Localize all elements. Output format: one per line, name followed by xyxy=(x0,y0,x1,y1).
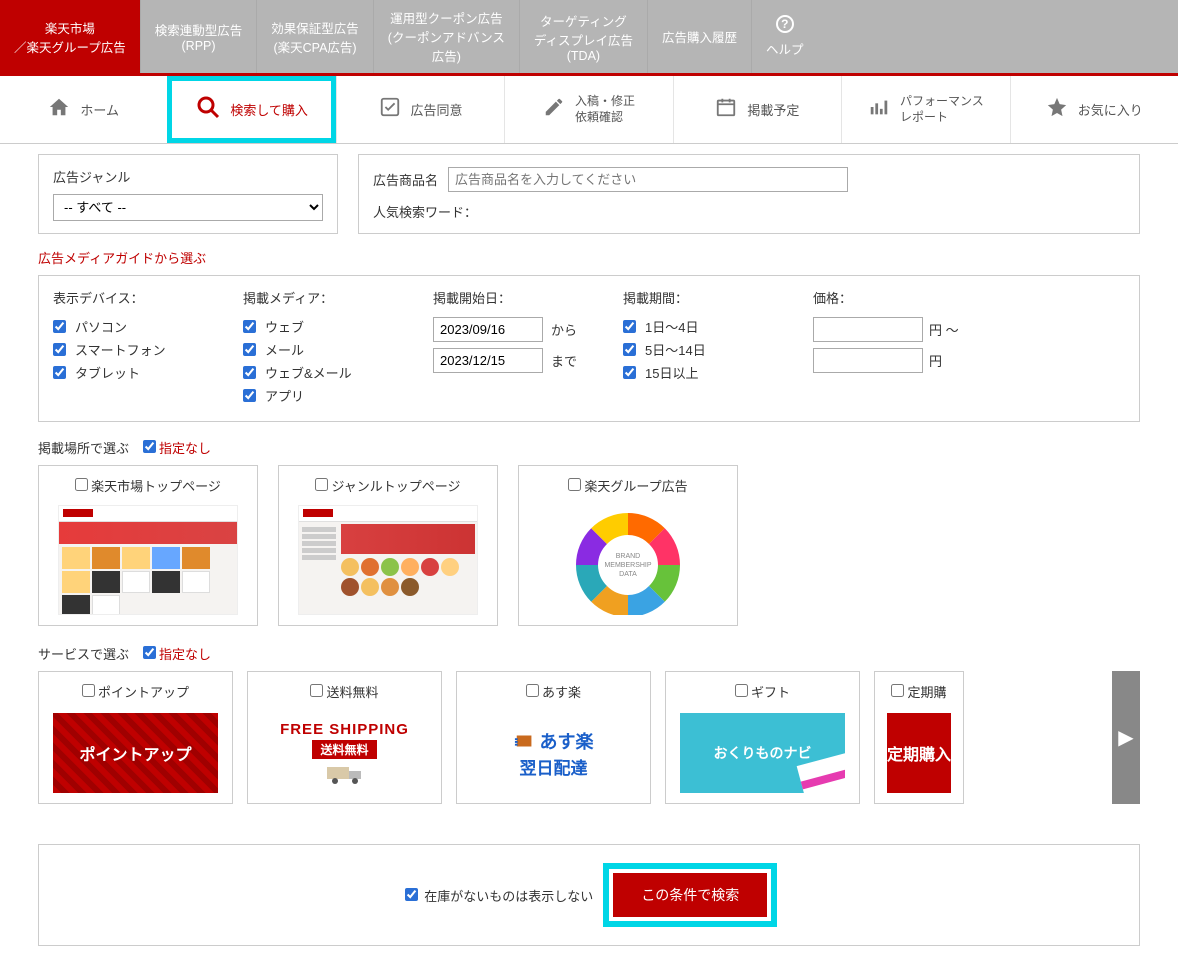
thumb-ichiba-top xyxy=(58,505,238,615)
search-submit-button[interactable]: この条件で検索 xyxy=(613,873,767,917)
help-link[interactable]: ? ヘルプ xyxy=(752,0,818,73)
freeship-banner: FREE SHIPPING 送料無料 xyxy=(262,713,427,793)
service-card-teiki[interactable]: 定期購 定期購入 xyxy=(874,671,964,804)
subnav-consent[interactable]: 広告同意 xyxy=(336,76,504,143)
bar-chart-icon xyxy=(868,96,890,124)
placement-card-group-ad[interactable]: 楽天グループ広告 BRAND xyxy=(518,465,738,626)
placement-card-genre-top[interactable]: ジャンルトップページ xyxy=(278,465,498,626)
top-nav: 楽天市場 ／楽天グループ広告 検索連動型広告 (RPP) 効果保証型広告 (楽天… xyxy=(0,0,1178,76)
media-web[interactable]: ウェブ xyxy=(243,317,393,336)
pointup-banner: ポイントアップ xyxy=(53,713,218,793)
subnav-edit-confirm[interactable]: 入稿・修正依頼確認 xyxy=(504,76,672,143)
device-pc[interactable]: パソコン xyxy=(53,317,203,336)
hide-out-of-stock[interactable]: 在庫がないものは表示しない xyxy=(405,886,594,905)
star-icon xyxy=(1046,96,1068,124)
service-title: サービスで選ぶ xyxy=(38,644,129,663)
period-5-14[interactable]: 5日〜14日 xyxy=(623,340,773,359)
help-icon: ? xyxy=(776,15,794,33)
sub-nav: ホーム 検索して購入 広告同意 入稿・修正依頼確認 掲載予定 パフォーマンスレポ… xyxy=(0,76,1178,144)
asuraku-banner: あす楽 翌日配達 xyxy=(471,713,636,793)
media-app[interactable]: アプリ xyxy=(243,386,393,405)
teiki-banner: 定期購入 xyxy=(887,713,951,793)
price-label: 価格： xyxy=(813,288,963,307)
service-scroll-right[interactable]: ▶ xyxy=(1112,671,1140,804)
placement-title: 掲載場所で選ぶ xyxy=(38,438,129,457)
genre-label: 広告ジャンル xyxy=(53,167,323,186)
tab-cpa[interactable]: 効果保証型広告 (楽天CPA広告) xyxy=(257,0,374,73)
service-card-gift[interactable]: ギフト おくりものナビ xyxy=(665,671,860,804)
service-card-freeship[interactable]: 送料無料 FREE SHIPPING 送料無料 xyxy=(247,671,442,804)
svg-text:BRAND: BRAND xyxy=(616,553,641,560)
media-mail[interactable]: メール xyxy=(243,340,393,359)
pencil-icon xyxy=(543,96,565,124)
search-icon xyxy=(196,95,220,125)
subnav-home[interactable]: ホーム xyxy=(0,76,167,143)
service-nospec[interactable]: 指定なし xyxy=(143,644,211,663)
calendar-icon xyxy=(715,96,737,124)
price-min-input[interactable] xyxy=(813,317,923,342)
tab-tda[interactable]: ターゲティング ディスプレイ広告 (TDA) xyxy=(520,0,648,73)
period-15plus[interactable]: 15日以上 xyxy=(623,363,773,382)
subnav-schedule[interactable]: 掲載予定 xyxy=(673,76,841,143)
media-label: 掲載メディア： xyxy=(243,288,393,307)
date-to-input[interactable] xyxy=(433,348,543,373)
popular-words-label: 人気検索ワード： xyxy=(373,202,1125,221)
search-footer-bar: 在庫がないものは表示しない この条件で検索 xyxy=(38,844,1140,946)
subnav-performance[interactable]: パフォーマンスレポート xyxy=(841,76,1009,143)
device-label: 表示デバイス： xyxy=(53,288,203,307)
thumb-group-ad: BRAND MEMBERSHIP DATA xyxy=(538,505,718,615)
period-1-4[interactable]: 1日〜4日 xyxy=(623,317,773,336)
service-card-asuraku[interactable]: あす楽 あす楽 翌日配達 xyxy=(456,671,651,804)
device-smartphone[interactable]: スマートフォン xyxy=(53,340,203,359)
period-label: 掲載期間： xyxy=(623,288,773,307)
tab-rakuten-market[interactable]: 楽天市場 ／楽天グループ広告 xyxy=(0,0,141,73)
thumb-genre-top xyxy=(298,505,478,615)
product-name-input[interactable] xyxy=(448,167,848,192)
tab-coupon-advance[interactable]: 運用型クーポン広告 (クーポンアドバンス 広告) xyxy=(374,0,520,73)
media-guide-title: 広告メディアガイドから選ぶ xyxy=(38,248,1140,267)
start-date-label: 掲載開始日： xyxy=(433,288,583,307)
tab-rpp[interactable]: 検索連動型広告 (RPP) xyxy=(141,0,258,73)
svg-text:MEMBERSHIP: MEMBERSHIP xyxy=(604,562,651,569)
subnav-favorite[interactable]: お気に入り xyxy=(1010,76,1178,143)
device-tablet[interactable]: タブレット xyxy=(53,363,203,382)
chevron-right-icon: ▶ xyxy=(1118,725,1133,750)
media-web-mail[interactable]: ウェブ&メール xyxy=(243,363,393,382)
svg-text:DATA: DATA xyxy=(619,571,637,578)
product-name-label: 広告商品名 xyxy=(373,170,438,189)
date-from-input[interactable] xyxy=(433,317,543,342)
gift-banner: おくりものナビ xyxy=(680,713,845,793)
tab-history[interactable]: 広告購入履歴 xyxy=(648,0,752,73)
home-icon xyxy=(48,96,70,124)
service-card-pointup[interactable]: ポイントアップ ポイントアップ xyxy=(38,671,233,804)
placement-nospec[interactable]: 指定なし xyxy=(143,438,211,457)
check-square-icon xyxy=(379,96,401,124)
genre-select[interactable]: -- すべて -- xyxy=(53,194,323,221)
price-max-input[interactable] xyxy=(813,348,923,373)
placement-card-ichiba-top[interactable]: 楽天市場トップページ xyxy=(38,465,258,626)
subnav-search-buy[interactable]: 検索して購入 xyxy=(167,76,335,143)
